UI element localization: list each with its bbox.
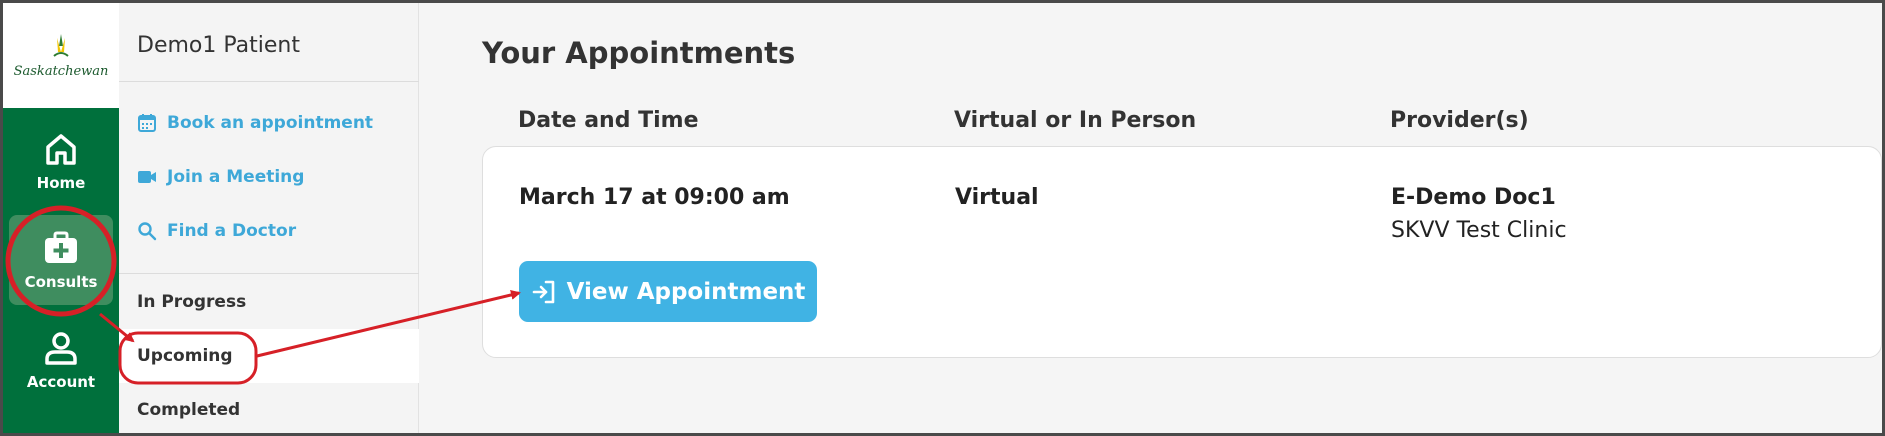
saskatchewan-logo: Saskatchewan bbox=[3, 3, 119, 108]
logo-text: Saskatchewan bbox=[13, 64, 109, 79]
join-meeting-label: Join a Meeting bbox=[167, 167, 305, 187]
find-doctor-label: Find a Doctor bbox=[167, 221, 297, 241]
nav-account-label: Account bbox=[26, 373, 96, 391]
divider bbox=[119, 81, 419, 82]
page-title: Your Appointments bbox=[482, 36, 796, 70]
patient-name: Demo1 Patient bbox=[137, 33, 300, 58]
medical-kit-icon bbox=[45, 231, 77, 263]
appointments-main: Your Appointments Date and Time Virtual … bbox=[420, 3, 1882, 433]
nav-home[interactable]: Home bbox=[9, 116, 113, 206]
view-appointment-label: View Appointment bbox=[566, 278, 806, 305]
divider bbox=[119, 273, 419, 274]
appointment-mode: Virtual bbox=[955, 185, 1039, 210]
appointment-provider: E-Demo Doc1 bbox=[1391, 185, 1556, 210]
nav-home-label: Home bbox=[36, 174, 86, 192]
column-header-mode: Virtual or In Person bbox=[954, 108, 1197, 133]
calendar-icon bbox=[138, 114, 156, 132]
appointment-card: March 17 at 09:00 am Virtual E-Demo Doc1… bbox=[482, 146, 1882, 358]
status-in-progress[interactable]: In Progress bbox=[119, 275, 419, 329]
main-nav-rail: Saskatchewan Home Consults Account bbox=[3, 3, 119, 433]
status-completed[interactable]: Completed bbox=[119, 383, 419, 436]
appointment-date-time: March 17 at 09:00 am bbox=[519, 185, 790, 210]
consults-subnav: Demo1 Patient Book an appointment Join a… bbox=[119, 3, 419, 433]
sign-in-icon bbox=[532, 280, 554, 303]
book-appointment-link[interactable]: Book an appointment bbox=[137, 113, 373, 133]
status-upcoming[interactable]: Upcoming bbox=[119, 329, 419, 383]
wheat-logo-icon bbox=[53, 34, 69, 57]
find-doctor-link[interactable]: Find a Doctor bbox=[137, 221, 296, 241]
home-icon bbox=[46, 134, 76, 165]
column-header-provider: Provider(s) bbox=[1390, 108, 1529, 133]
book-appointment-label: Book an appointment bbox=[167, 113, 374, 133]
appointment-clinic: SKVV Test Clinic bbox=[1391, 218, 1567, 243]
join-meeting-link[interactable]: Join a Meeting bbox=[137, 167, 304, 187]
app-window: Saskatchewan Home Consults Account Demo1… bbox=[3, 3, 1882, 433]
nav-consults-label: Consults bbox=[24, 273, 98, 291]
column-header-date: Date and Time bbox=[518, 108, 699, 133]
video-camera-icon bbox=[138, 171, 156, 183]
view-appointment-button[interactable]: View Appointment bbox=[519, 261, 817, 322]
user-icon bbox=[45, 332, 77, 365]
nav-account[interactable]: Account bbox=[9, 315, 113, 405]
search-icon bbox=[138, 222, 157, 241]
nav-consults[interactable]: Consults bbox=[9, 215, 113, 305]
